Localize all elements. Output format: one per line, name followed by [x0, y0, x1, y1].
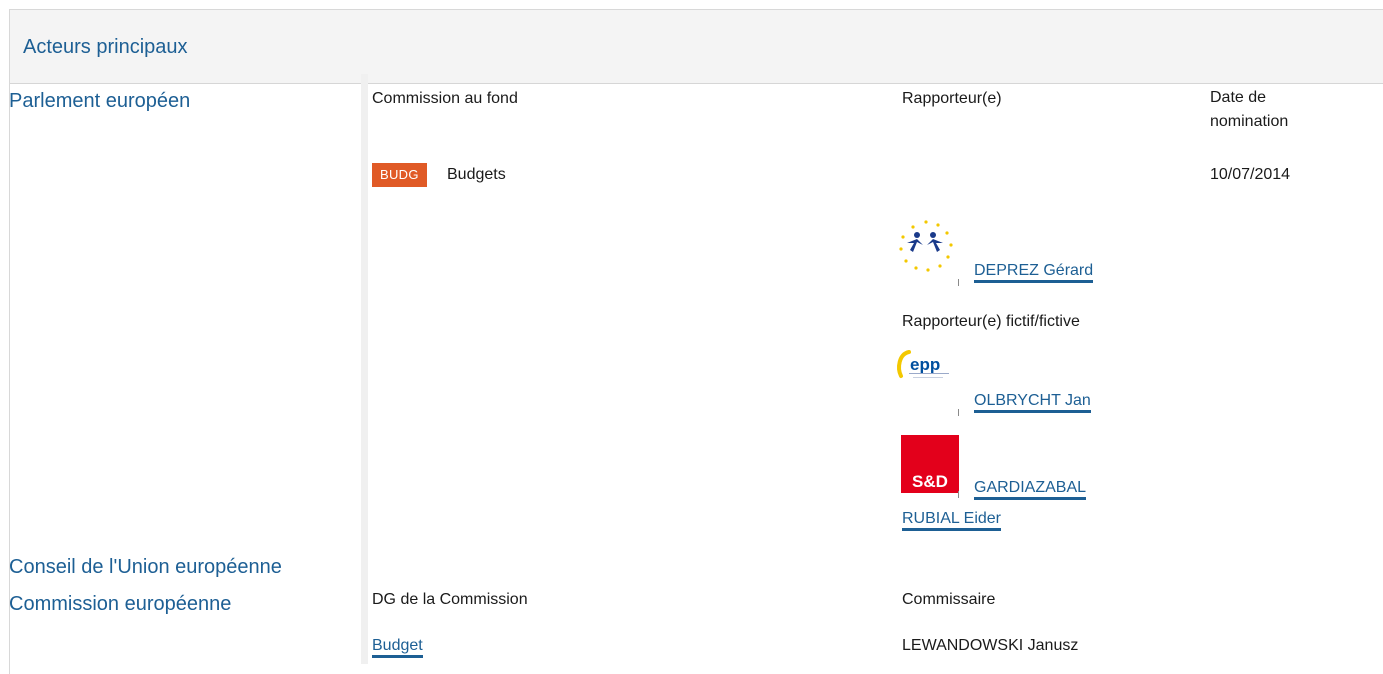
panel-title: Acteurs principaux — [23, 36, 188, 58]
logo-tick — [958, 279, 959, 286]
header-dg: DG de la Commission — [372, 591, 528, 608]
header-commissioner: Commissaire — [902, 591, 996, 608]
dg-budget[interactable]: Budget — [372, 634, 423, 658]
rapporteur-link[interactable]: DEPREZ Gérard — [974, 262, 1094, 283]
shadow-rapporteur-1[interactable]: OLBRYCHT Jan — [974, 389, 1091, 413]
institution-council: Conseil de l'Union européenne — [9, 556, 282, 578]
epp-logo-icon: epp — [897, 350, 949, 378]
rapporteur-name[interactable]: DEPREZ Gérard — [974, 259, 1094, 283]
institution-commission: Commission européenne — [9, 593, 232, 615]
institution-parliament: Parlement européen — [9, 90, 191, 112]
dg-budget-link[interactable]: Budget — [372, 637, 423, 658]
svg-text:epp: epp — [910, 355, 940, 374]
header-rapporteur: Rapporteur(e) — [902, 90, 1002, 107]
alde-logo-icon — [899, 220, 953, 272]
panel-header: Acteurs principaux — [10, 10, 1383, 84]
column-divider — [361, 74, 368, 664]
shadow-rapporteur-2-link[interactable]: GARDIAZABAL RUBIAL Eider — [902, 479, 1087, 531]
shadow-rapporteur-2[interactable]: GARDIAZABAL RUBIAL Eider — [902, 472, 1132, 534]
committee-code-badge: BUDG — [372, 163, 427, 187]
shadow-rapporteur-1-link[interactable]: OLBRYCHT Jan — [974, 392, 1091, 413]
header-committee: Commission au fond — [372, 90, 518, 107]
shadow-rapporteur-label: Rapporteur(e) fictif/fictive — [902, 313, 1080, 330]
committee-name: Budgets — [447, 166, 506, 183]
header-date: Date de nomination — [1210, 89, 1289, 130]
appointment-date: 10/07/2014 — [1210, 166, 1291, 183]
logo-tick — [958, 409, 959, 416]
commissioner-name: LEWANDOWSKI Janusz — [902, 637, 1079, 654]
